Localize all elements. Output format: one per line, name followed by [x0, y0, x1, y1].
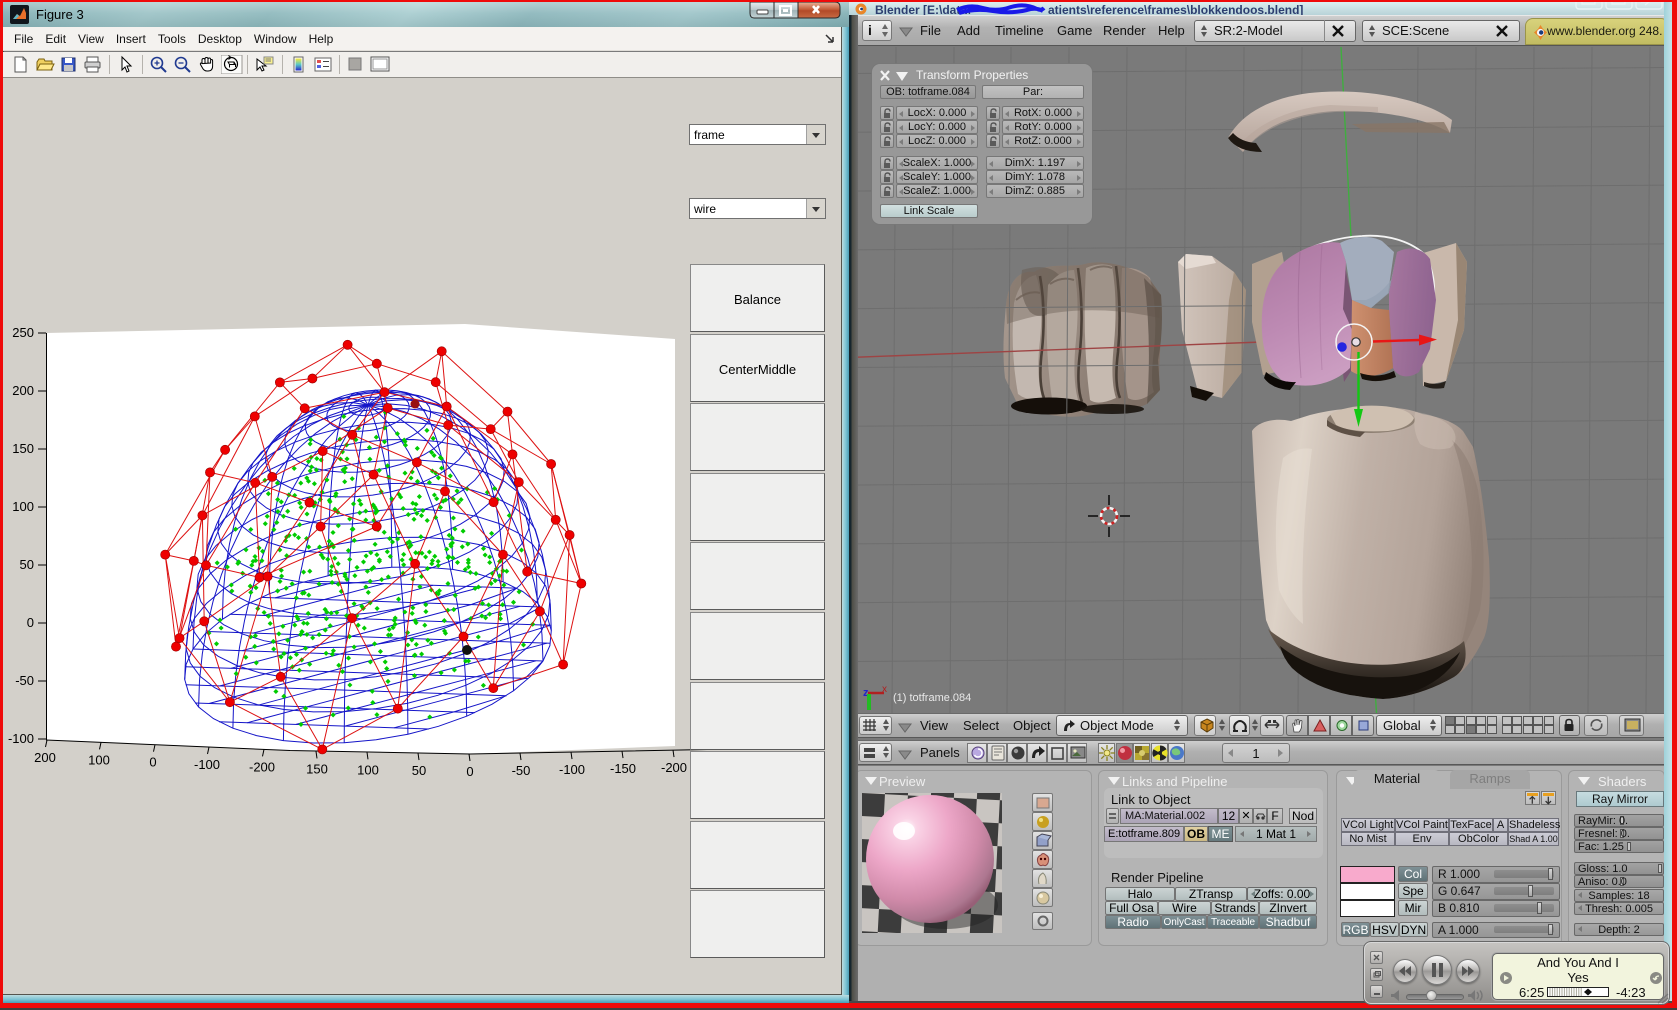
- svg-text:x: x: [882, 684, 887, 695]
- svg-text:(1) totframe.084: (1) totframe.084: [893, 692, 971, 704]
